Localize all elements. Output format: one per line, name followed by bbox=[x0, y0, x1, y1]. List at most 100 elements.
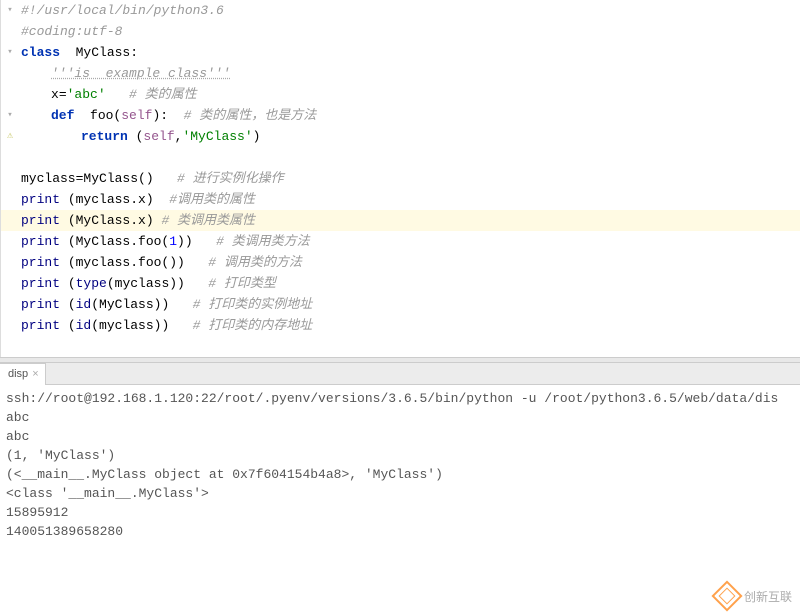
code-token: print bbox=[21, 213, 60, 228]
collapse-icon[interactable]: ▾ bbox=[3, 42, 17, 63]
code-token: print bbox=[21, 297, 60, 312]
code-token: )) bbox=[177, 234, 193, 249]
code-token: # 类的属性 bbox=[129, 87, 197, 102]
code-token: ( bbox=[60, 276, 76, 291]
code-content: print (myclass.foo()) # 调用类的方法 bbox=[17, 252, 800, 273]
code-content: print (id(myclass)) # 打印类的内存地址 bbox=[17, 315, 800, 336]
code-token: print bbox=[21, 234, 60, 249]
code-token bbox=[106, 87, 129, 102]
code-token: '''is example class''' bbox=[51, 66, 230, 81]
code-line[interactable]: print (myclass.x) #调用类的属性 bbox=[1, 189, 800, 210]
code-token: = bbox=[59, 87, 67, 102]
code-token: (MyClass)) bbox=[91, 297, 169, 312]
code-line[interactable]: myclass=MyClass() # 进行实例化操作 bbox=[1, 168, 800, 189]
code-token: ( bbox=[60, 318, 76, 333]
code-token: # 打印类型 bbox=[208, 276, 276, 291]
warning-icon[interactable]: ⚠ bbox=[3, 126, 17, 147]
code-token: # 类调用类属性 bbox=[161, 213, 255, 228]
code-content: print (MyClass.foo(1)) # 类调用类方法 bbox=[17, 231, 800, 252]
code-line[interactable]: print (myclass.foo()) # 调用类的方法 bbox=[1, 252, 800, 273]
code-token: ) bbox=[253, 129, 261, 144]
code-token bbox=[169, 297, 192, 312]
console-line: (<__main__.MyClass object at 0x7f604154b… bbox=[6, 465, 794, 484]
code-line[interactable]: '''is example class''' bbox=[1, 63, 800, 84]
watermark: 创新互联 bbox=[716, 585, 792, 607]
code-token: # 调用类的方法 bbox=[208, 255, 302, 270]
code-token: print bbox=[21, 255, 60, 270]
code-token: class bbox=[21, 45, 60, 60]
code-editor[interactable]: ▾ #!/usr/local/bin/python3.6 #coding:utf-8… bbox=[0, 0, 800, 357]
code-line[interactable]: ⚠return (self,'MyClass') bbox=[1, 126, 800, 147]
code-line[interactable] bbox=[1, 147, 800, 168]
code-token: self bbox=[121, 108, 152, 123]
code-line[interactable]: print (type(myclass)) # 打印类型 bbox=[1, 273, 800, 294]
code-token: MyClass bbox=[76, 45, 131, 60]
code-line[interactable] bbox=[1, 336, 800, 357]
code-token: (myclass.foo()) bbox=[60, 255, 185, 270]
code-content: '''is example class''' bbox=[17, 63, 800, 84]
code-line[interactable]: ▾ #!/usr/local/bin/python3.6 bbox=[1, 0, 800, 21]
code-token: # 进行实例化操作 bbox=[177, 171, 284, 186]
close-icon[interactable]: × bbox=[32, 368, 38, 380]
code-content: class MyClass: bbox=[17, 42, 800, 63]
code-token: ( bbox=[60, 297, 76, 312]
code-token: # 类的属性，也是方法 bbox=[184, 108, 317, 123]
code-token: (myclass)) bbox=[107, 276, 185, 291]
console-line: 15895912 bbox=[6, 503, 794, 522]
code-token: 'abc' bbox=[67, 87, 106, 102]
code-content: #coding:utf-8 bbox=[17, 21, 800, 42]
console-output[interactable]: ssh://root@192.168.1.120:22/root/.pyenv/… bbox=[0, 385, 800, 545]
console-tab-bar: disp × bbox=[0, 363, 800, 385]
code-token: ( bbox=[128, 129, 144, 144]
code-token: MyClass() bbox=[83, 171, 153, 186]
code-token bbox=[154, 171, 177, 186]
code-token: print bbox=[21, 276, 60, 291]
code-token bbox=[193, 234, 216, 249]
code-content: #!/usr/local/bin/python3.6 bbox=[17, 0, 800, 21]
code-token: x bbox=[51, 87, 59, 102]
code-content: print (id(MyClass)) # 打印类的实例地址 bbox=[17, 294, 800, 315]
code-token bbox=[154, 192, 170, 207]
code-line[interactable]: print (MyClass.foo(1)) # 类调用类方法 bbox=[1, 231, 800, 252]
code-content: def foo(self): # 类的属性，也是方法 bbox=[17, 105, 800, 126]
tab-label: disp bbox=[8, 368, 28, 380]
code-token: # 打印类的内存地址 bbox=[193, 318, 313, 333]
code-content: print (type(myclass)) # 打印类型 bbox=[17, 273, 800, 294]
code-token: (myclass.x) bbox=[60, 192, 154, 207]
code-token: # 打印类的实例地址 bbox=[193, 297, 313, 312]
code-token bbox=[185, 255, 208, 270]
code-token: def bbox=[51, 108, 74, 123]
code-token: foo bbox=[90, 108, 113, 123]
code-token bbox=[60, 45, 76, 60]
code-content: return (self,'MyClass') bbox=[17, 126, 800, 147]
console-line: abc bbox=[6, 408, 794, 427]
code-token: #!/usr/local/bin/python3.6 bbox=[21, 3, 224, 18]
code-token: myclass bbox=[21, 171, 76, 186]
code-token: id bbox=[76, 297, 92, 312]
console-line: ssh://root@192.168.1.120:22/root/.pyenv/… bbox=[6, 389, 794, 408]
code-line[interactable]: print (id(MyClass)) # 打印类的实例地址 bbox=[1, 294, 800, 315]
code-content: x='abc' # 类的属性 bbox=[17, 84, 800, 105]
code-line[interactable]: ▾def foo(self): # 类的属性，也是方法 bbox=[1, 105, 800, 126]
code-line[interactable]: print (MyClass.x) # 类调用类属性 bbox=[1, 210, 800, 231]
code-token bbox=[168, 108, 184, 123]
code-content bbox=[17, 147, 800, 168]
code-content: print (MyClass.x) # 类调用类属性 bbox=[17, 210, 800, 231]
collapse-icon[interactable]: ▾ bbox=[3, 105, 17, 126]
code-line[interactable]: #coding:utf-8 bbox=[1, 21, 800, 42]
code-token: (MyClass.x) bbox=[60, 213, 154, 228]
code-token bbox=[185, 276, 208, 291]
code-line[interactable]: print (id(myclass)) # 打印类的内存地址 bbox=[1, 315, 800, 336]
code-token: # 类调用类方法 bbox=[216, 234, 310, 249]
code-token: 1 bbox=[169, 234, 177, 249]
collapse-icon[interactable]: ▾ bbox=[3, 0, 17, 21]
code-line[interactable]: x='abc' # 类的属性 bbox=[1, 84, 800, 105]
code-token: return bbox=[81, 129, 128, 144]
code-line[interactable]: ▾class MyClass: bbox=[1, 42, 800, 63]
console-line: abc bbox=[6, 427, 794, 446]
code-token: (myclass)) bbox=[91, 318, 169, 333]
tab-disp[interactable]: disp × bbox=[0, 363, 46, 385]
code-token: print bbox=[21, 318, 60, 333]
console-line: 140051389658280 bbox=[6, 522, 794, 541]
code-token bbox=[169, 318, 192, 333]
